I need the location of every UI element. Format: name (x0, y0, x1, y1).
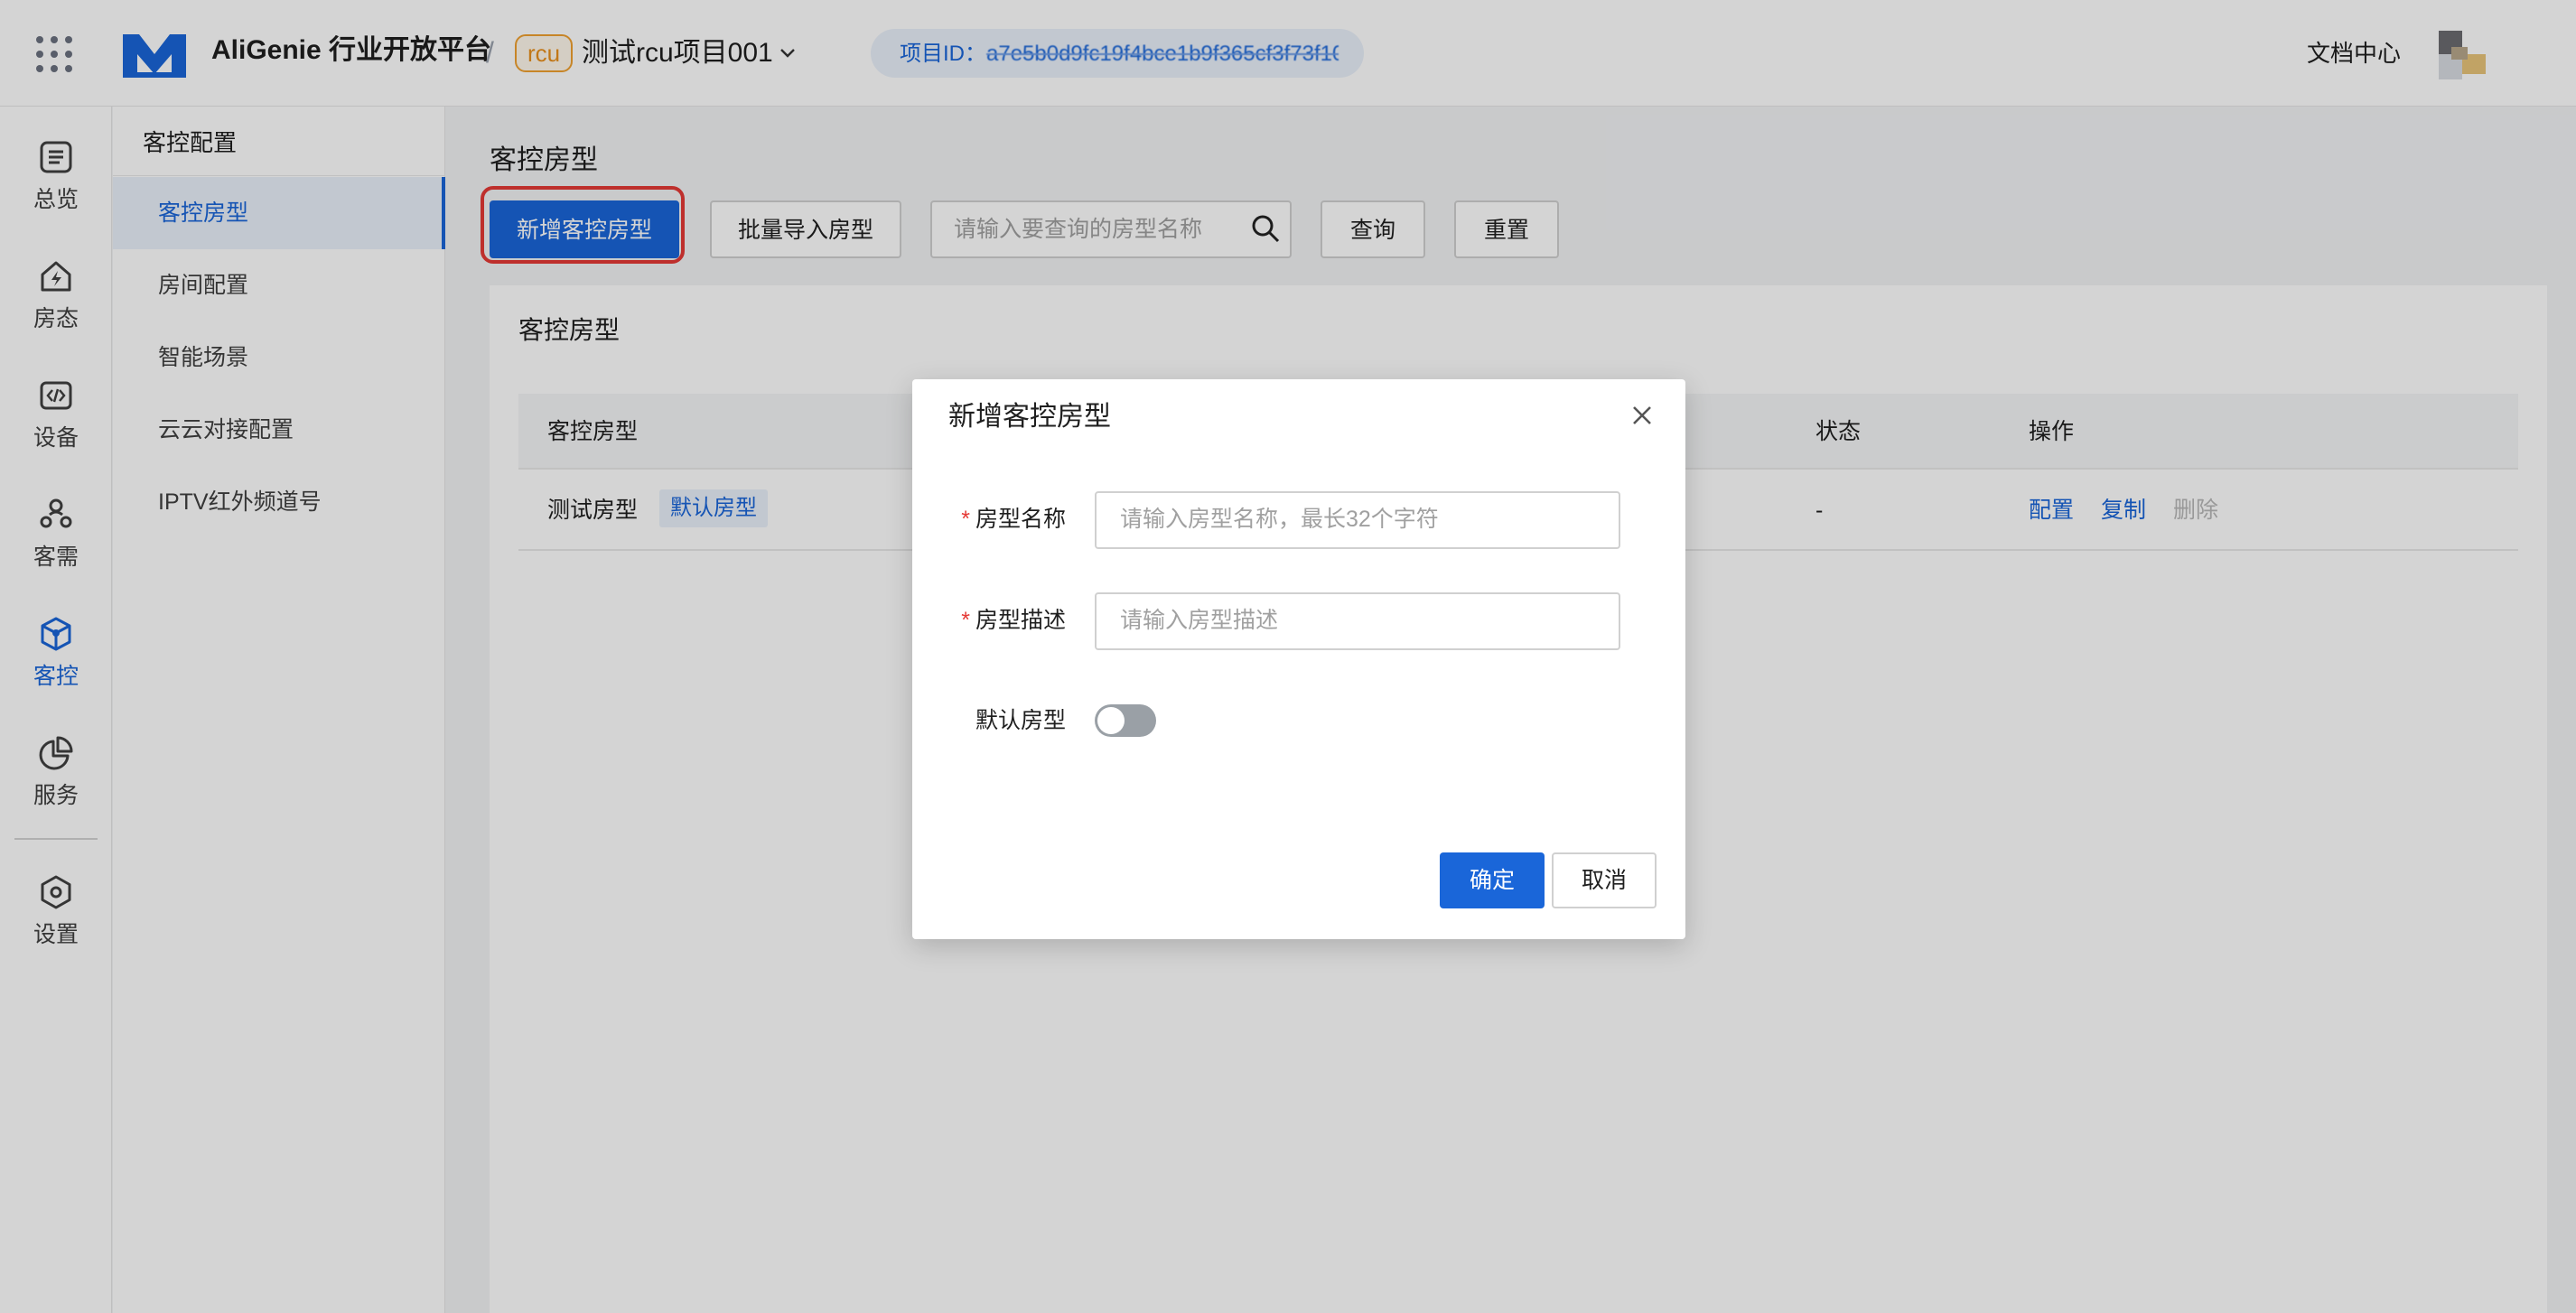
close-icon[interactable] (1628, 401, 1657, 430)
room-desc-placeholder: 请输入房型描述 (1120, 608, 1279, 633)
required-mark: * (961, 507, 970, 532)
required-mark: * (961, 608, 970, 633)
confirm-button[interactable]: 确定 (1440, 852, 1545, 908)
room-name-placeholder: 请输入房型名称，最长32个字符 (1120, 507, 1439, 532)
cancel-button[interactable]: 取消 (1552, 852, 1657, 908)
default-room-toggle[interactable] (1095, 704, 1156, 737)
room-name-label: * 房型名称 (961, 507, 1066, 532)
toggle-knob (1097, 707, 1125, 734)
default-room-label: 默认房型 (975, 708, 1066, 733)
room-desc-label: * 房型描述 (961, 608, 1066, 633)
dialog-title: 新增客控房型 (948, 402, 1111, 432)
